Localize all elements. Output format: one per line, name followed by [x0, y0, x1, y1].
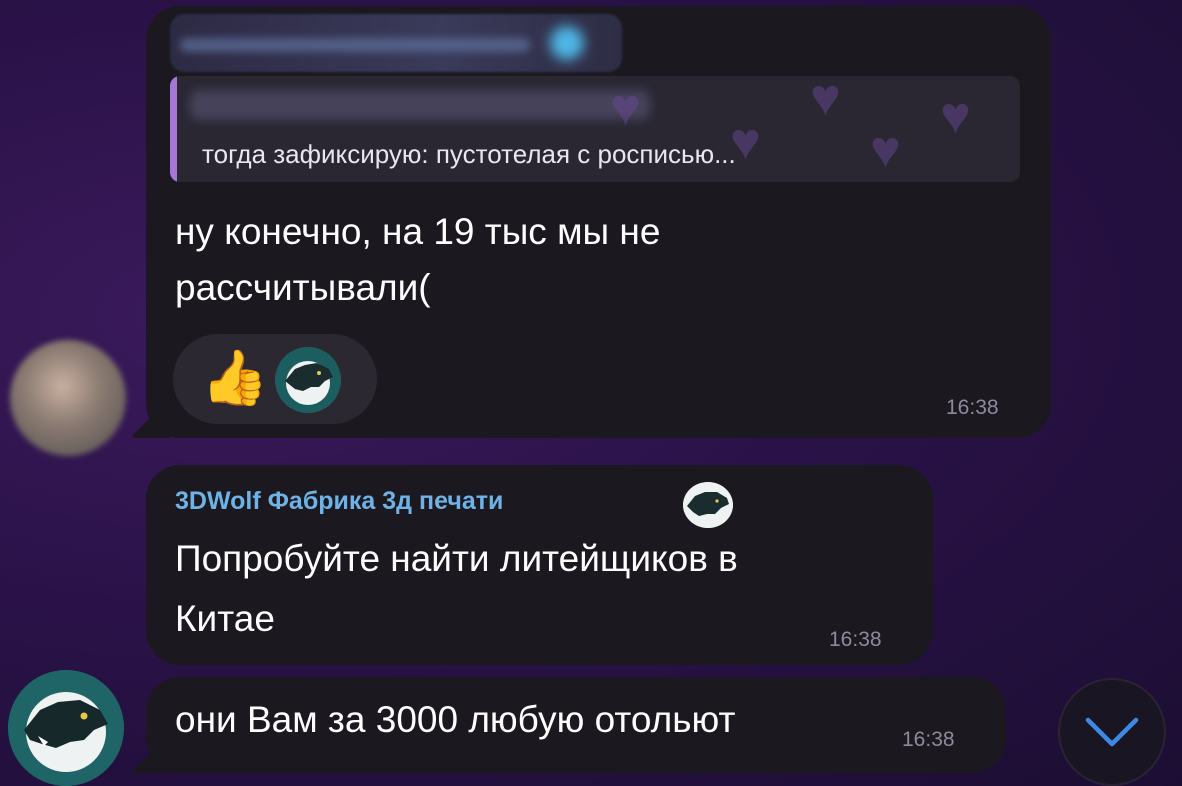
reactions-bar[interactable]: 👍	[173, 334, 377, 424]
sender-name[interactable]: 3DWolf Фабрика 3д печати	[175, 487, 503, 516]
reply-accent-bar	[170, 76, 177, 182]
message-2-line-2: Китае	[175, 598, 275, 639]
message-1-time: 16:38	[946, 396, 999, 419]
message-3-time: 16:38	[902, 728, 955, 751]
message-1-line-1: ну конечно, на 19 тыс мы не	[175, 211, 661, 252]
avatar[interactable]	[10, 340, 126, 456]
message-2-time: 16:38	[829, 628, 882, 651]
scroll-down-button[interactable]	[1058, 678, 1166, 786]
message-1-line-2: рассчитывали(	[175, 267, 431, 308]
reply-preview[interactable]: ♥ ♥ ♥ ♥ ♥ тогда зафиксирую: пустотелая с…	[170, 76, 1020, 182]
reply-author-blurred	[190, 90, 650, 120]
chevron-down-icon	[1085, 717, 1139, 747]
message-2-line-1: Попробуйте найти литейщиков в	[175, 538, 738, 579]
wolf-logo-icon	[683, 482, 733, 528]
thumbs-up-icon[interactable]: 👍	[201, 348, 268, 408]
forwarded-from-blurred	[170, 14, 622, 72]
avatar[interactable]	[8, 670, 124, 786]
message-3-line-1: они Вам за 3000 любую отольют	[175, 699, 736, 740]
reply-preview-text: тогда зафиксирую: пустотелая с росписью.…	[202, 139, 736, 169]
wolf-logo-icon[interactable]	[275, 347, 341, 413]
